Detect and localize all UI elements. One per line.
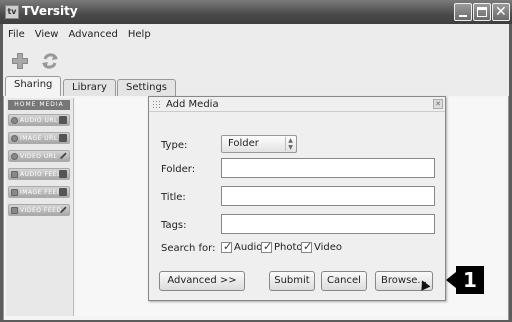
tab-bar: Library Settings Sharing <box>3 76 509 97</box>
menu-file[interactable]: File <box>3 27 30 43</box>
add-media-dialog: Add Media ✕ Type: Folder ▲ ▼ Folder: Titl… <box>148 96 446 301</box>
audio-url-button[interactable]: AUDIO URL <box>8 114 70 126</box>
audio-icon <box>59 170 67 178</box>
menu-bar: File View Advanced Help <box>3 27 156 43</box>
feed-icon <box>11 207 18 214</box>
dialog-title: Add Media <box>166 99 219 110</box>
audio-checkbox-label: Audio <box>234 242 263 253</box>
video-feed-button[interactable]: VIDEO FEED <box>8 204 70 216</box>
image-url-button[interactable]: IMAGE URL <box>8 132 70 144</box>
refresh-icon[interactable] <box>39 50 61 72</box>
menu-view[interactable]: View <box>30 27 64 43</box>
type-label: Type: <box>161 140 188 151</box>
submit-button[interactable]: Submit <box>269 271 315 291</box>
image-feed-label: IMAGE FEED <box>20 189 62 196</box>
step-number-callout: 1 <box>456 266 484 294</box>
tab-sharing[interactable]: Sharing <box>5 76 62 97</box>
close-icon: ✕ <box>495 4 507 20</box>
checkbox-box[interactable]: ✓ <box>221 240 233 253</box>
minimize-button[interactable] <box>454 3 472 21</box>
folder-label: Folder: <box>161 164 196 175</box>
cancel-button[interactable]: Cancel <box>321 271 367 291</box>
callout-pointer <box>446 272 456 288</box>
minimize-icon <box>459 15 467 17</box>
feed-icon <box>11 189 18 196</box>
close-button[interactable]: ✕ <box>492 3 510 21</box>
image-icon <box>59 134 67 142</box>
spinner-arrows-icon[interactable]: ▲ ▼ <box>285 137 295 151</box>
dialog-close-button[interactable]: ✕ <box>433 99 443 109</box>
drag-grip-icon[interactable] <box>152 100 162 109</box>
globe-icon <box>11 117 18 124</box>
folder-input[interactable] <box>221 158 435 178</box>
menu-help[interactable]: Help <box>123 27 156 43</box>
tab-settings[interactable]: Settings <box>117 79 177 96</box>
image-icon <box>59 188 67 196</box>
title-input[interactable] <box>221 186 435 206</box>
advanced-button[interactable]: Advanced >> <box>159 271 245 291</box>
checkbox-box[interactable]: ✓ <box>301 240 313 253</box>
search-for-label: Search for: <box>161 243 216 254</box>
title-label: Title: <box>161 192 186 203</box>
checkbox-box[interactable]: ✓ <box>261 240 273 253</box>
add-media-icon[interactable] <box>9 50 31 72</box>
audio-url-label: AUDIO URL <box>20 117 58 124</box>
audio-icon <box>59 116 67 124</box>
video-feed-label: VIDEO FEED <box>20 207 62 214</box>
type-select[interactable]: Folder ▲ ▼ <box>221 135 297 153</box>
dialog-title-bar[interactable]: Add Media ✕ <box>149 97 445 112</box>
audio-feed-button[interactable]: AUDIO FEED <box>8 168 70 180</box>
menu-advanced[interactable]: Advanced <box>63 27 122 43</box>
video-url-button[interactable]: VIDEO URL <box>8 150 70 162</box>
globe-icon <box>11 153 18 160</box>
maximize-button[interactable] <box>473 3 491 21</box>
video-checkbox-label: Video <box>314 242 343 253</box>
maximize-icon <box>477 7 487 17</box>
tab-library[interactable]: Library <box>63 79 116 96</box>
type-value: Folder <box>228 138 259 149</box>
photo-checkbox-label: Photo <box>274 242 303 253</box>
window-title: TVersity <box>22 4 78 18</box>
title-bar[interactable]: tv TVersity ✕ <box>0 0 512 24</box>
checkmark-icon: ✓ <box>223 240 233 253</box>
globe-icon <box>11 135 18 142</box>
video-icon <box>59 151 67 160</box>
video-url-label: VIDEO URL <box>20 153 58 160</box>
image-url-label: IMAGE URL <box>20 135 58 142</box>
checkmark-icon: ✓ <box>263 240 273 253</box>
checkmark-icon: ✓ <box>303 240 313 253</box>
image-feed-button[interactable]: IMAGE FEED <box>8 186 70 198</box>
tversity-logo-icon: tv <box>5 5 19 19</box>
tags-input[interactable] <box>221 214 435 234</box>
home-media-header[interactable]: HOME MEDIA <box>8 100 70 110</box>
tags-label: Tags: <box>161 220 187 231</box>
media-source-panel: HOME MEDIA AUDIO URL IMAGE URL VIDEO URL <box>6 98 74 316</box>
audio-feed-label: AUDIO FEED <box>20 171 63 178</box>
feed-icon <box>11 171 18 178</box>
